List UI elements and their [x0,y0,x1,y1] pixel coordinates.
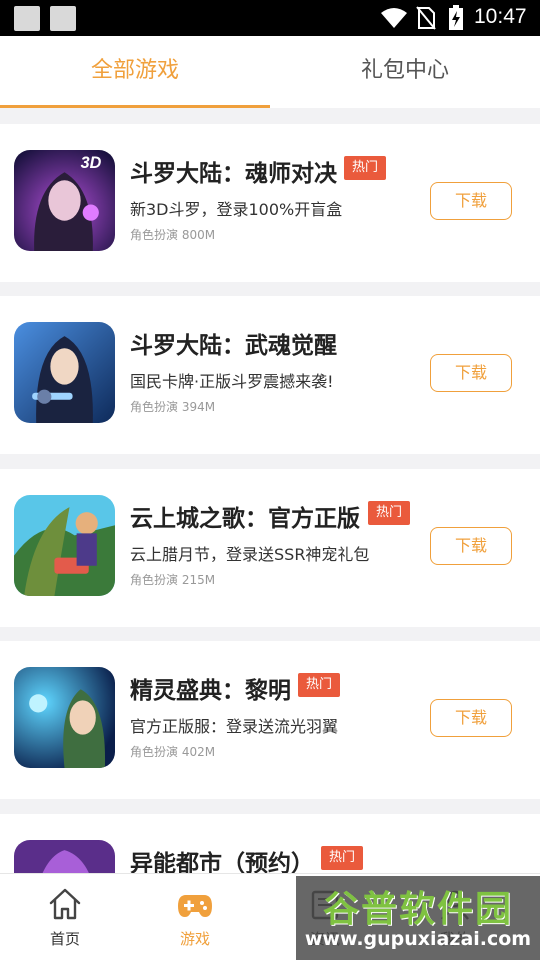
no-sim-icon [416,6,436,30]
game-card[interactable]: 斗罗大陆：武魂觉醒 国民卡牌·正版斗罗震撼来袭! 角色扮演 394M 下载 [0,296,540,454]
notification-icon [50,6,76,31]
game-name: 精灵盛典：黎明 [130,678,291,704]
svg-text:3D: 3D [81,154,102,172]
nav-games-label: 游戏 [179,930,210,948]
game-meta: 角色扮演 402M [130,745,216,759]
nav-games[interactable]: 游戏 [130,874,260,960]
watermark-title: 谷普软件园 [322,889,513,930]
game-name: 云上城之歌：官方正版 [130,506,360,532]
nav-home-label: 首页 [49,930,80,948]
download-button[interactable]: 下载 [430,527,512,565]
game-icon[interactable]: 3D [14,150,115,251]
battery-charging-icon [449,5,463,30]
status-bar: 10:47 [0,0,540,36]
game-meta: 角色扮演 215M [130,573,216,587]
game-card[interactable]: 云上城之歌：官方正版 热门 云上腊月节，登录送SSR神宠礼包 角色扮演 215M… [0,469,540,627]
game-card[interactable]: 3D 斗罗大陆：魂师对决 热门 新3D斗罗，登录100%开盲盒 角色扮演 800… [0,124,540,282]
game-description: 云上腊月节，登录送SSR神宠礼包 [130,545,370,564]
home-icon [49,888,81,920]
tab-bar: 全部游戏 礼包中心 [0,36,540,108]
hot-badge: 热门 [344,156,387,180]
game-meta: 角色扮演 800M [130,228,216,242]
game-icon[interactable] [14,667,115,768]
active-tab-indicator [0,105,270,108]
clock: 10:47 [474,5,527,28]
game-description: 官方正版服：登录送流光羽翼 [130,717,339,736]
watermark-url: www.gupuxiazai.com [304,928,532,950]
hot-badge: 热门 [321,846,364,870]
download-button[interactable]: 下载 [430,182,512,220]
hot-badge: 热门 [368,501,411,525]
tab-gift-center[interactable]: 礼包中心 [270,36,540,108]
game-card[interactable]: 精灵盛典：黎明 热门 官方正版服：登录送流光羽翼 角色扮演 402M 下载 [0,641,540,799]
wifi-icon [381,8,407,28]
game-name: 斗罗大陆：魂师对决 [130,161,337,187]
hot-badge: 热门 [298,673,341,697]
game-description: 新3D斗罗，登录100%开盲盒 [130,200,343,219]
game-icon[interactable] [14,322,115,423]
watermark: 谷普软件园 www.gupuxiazai.com [296,876,540,960]
notification-icon [14,6,40,31]
game-description: 国民卡牌·正版斗罗震撼来袭! [130,372,334,391]
download-button[interactable]: 下载 [430,354,512,392]
download-button[interactable]: 下载 [430,699,512,737]
game-name: 斗罗大陆：武魂觉醒 [130,333,337,359]
game-meta: 角色扮演 394M [130,400,216,414]
game-icon[interactable] [14,495,115,596]
tab-all-games[interactable]: 全部游戏 [0,36,270,108]
nav-home[interactable]: 首页 [0,874,130,960]
gamepad-icon [178,895,212,917]
